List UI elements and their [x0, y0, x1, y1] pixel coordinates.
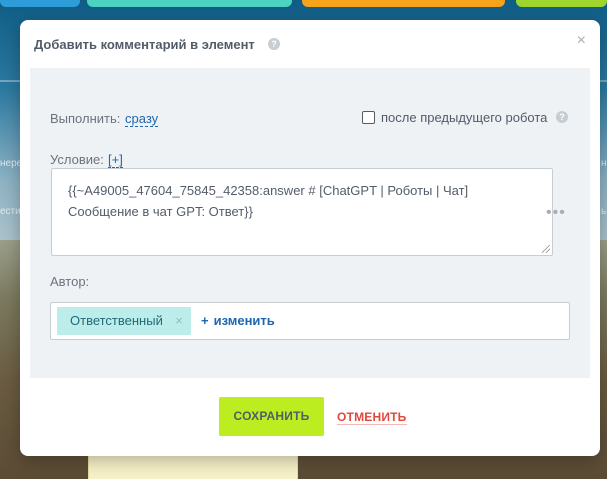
change-author-label: изменить: [213, 313, 275, 328]
dialog-body: Выполнить: сразу после предыдущего робот…: [30, 68, 590, 378]
dialog-title: Добавить комментарий в элемент: [34, 37, 255, 52]
after-previous-label[interactable]: после предыдущего робота: [381, 110, 547, 125]
condition-label: Условие:: [50, 152, 104, 167]
remove-tag-icon[interactable]: ×: [175, 307, 183, 335]
author-selector[interactable]: Ответственный × + изменить: [50, 302, 570, 340]
stage-tab-orange[interactable]: [302, 0, 505, 7]
author-tag[interactable]: Ответственный ×: [57, 307, 191, 335]
cancel-button[interactable]: ОТМЕНИТЬ: [337, 410, 407, 425]
background-text-right-1: н: [601, 158, 607, 169]
background-card: [88, 455, 298, 479]
plus-icon: +: [201, 313, 209, 328]
help-icon[interactable]: ?: [556, 111, 568, 123]
background-text-right-2: ь: [601, 206, 607, 217]
dialog-header: Добавить комментарий в элемент ? ×: [20, 20, 600, 68]
add-comment-dialog: Добавить комментарий в элемент ? × Выпол…: [20, 20, 600, 456]
resize-handle-icon[interactable]: [542, 245, 550, 253]
comment-textarea[interactable]: {{~A49005_47604_75845_42358:answer # [Ch…: [51, 168, 553, 256]
author-tag-label: Ответственный: [70, 313, 163, 328]
close-icon[interactable]: ×: [577, 32, 586, 50]
save-button[interactable]: СОХРАНИТЬ: [219, 397, 324, 436]
stage-tab-teal[interactable]: [87, 0, 292, 7]
condition-add-link[interactable]: [+]: [108, 152, 123, 168]
help-icon[interactable]: ?: [268, 38, 280, 50]
background-text-left-1: нере: [0, 158, 23, 169]
author-label: Автор:: [50, 274, 90, 289]
execute-mode-link[interactable]: сразу: [125, 111, 159, 127]
after-previous-checkbox[interactable]: [362, 111, 375, 124]
stage-tab-green[interactable]: [516, 0, 607, 7]
comment-text: {{~A49005_47604_75845_42358:answer # [Ch…: [68, 183, 469, 219]
execute-label: Выполнить:: [50, 111, 121, 126]
more-options-icon[interactable]: •••: [546, 204, 566, 222]
change-author-link[interactable]: + изменить: [201, 313, 275, 328]
stage-tab-blue[interactable]: [0, 0, 80, 7]
background-text-left-2: ести: [0, 206, 21, 217]
